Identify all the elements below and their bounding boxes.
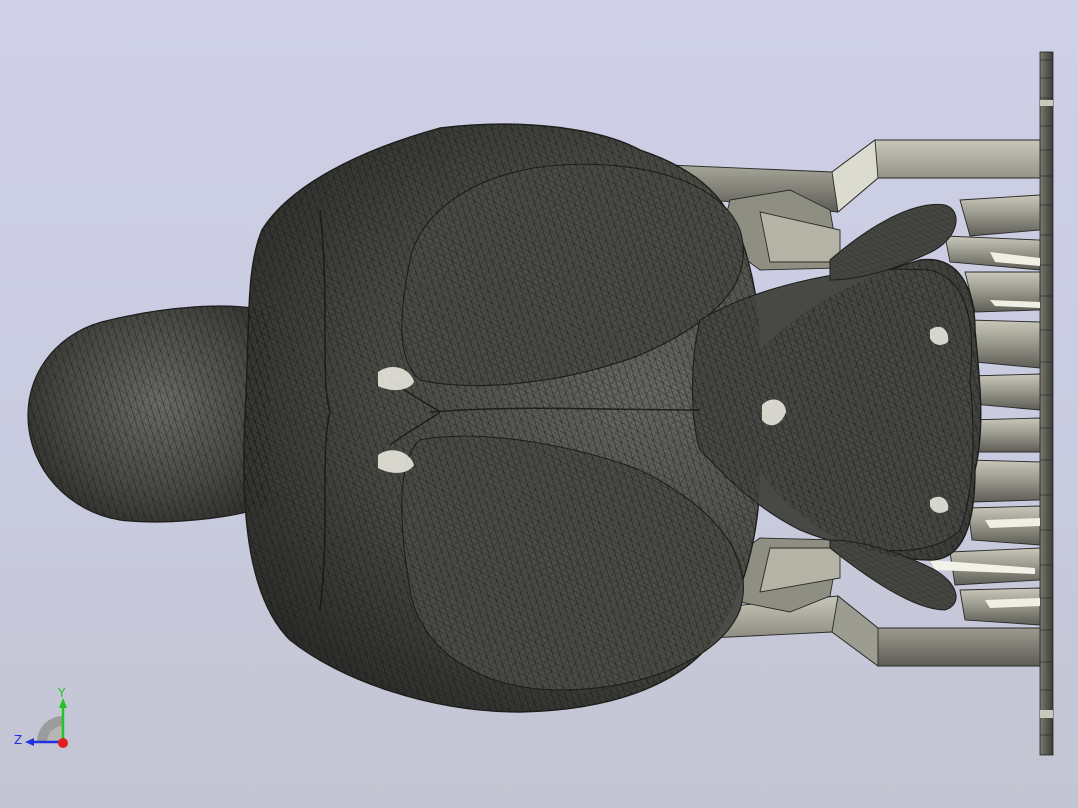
z-axis-label: Z [14,733,22,747]
y-axis-label: Y [57,686,66,700]
z-axis-arrow [25,738,34,746]
orientation-triad[interactable]: Y Z [8,686,78,756]
x-axis-dot [58,738,68,748]
base-plate[interactable] [1039,51,1054,756]
3d-viewport[interactable]: Y Z [0,0,1078,808]
model-scene[interactable] [0,0,1078,808]
